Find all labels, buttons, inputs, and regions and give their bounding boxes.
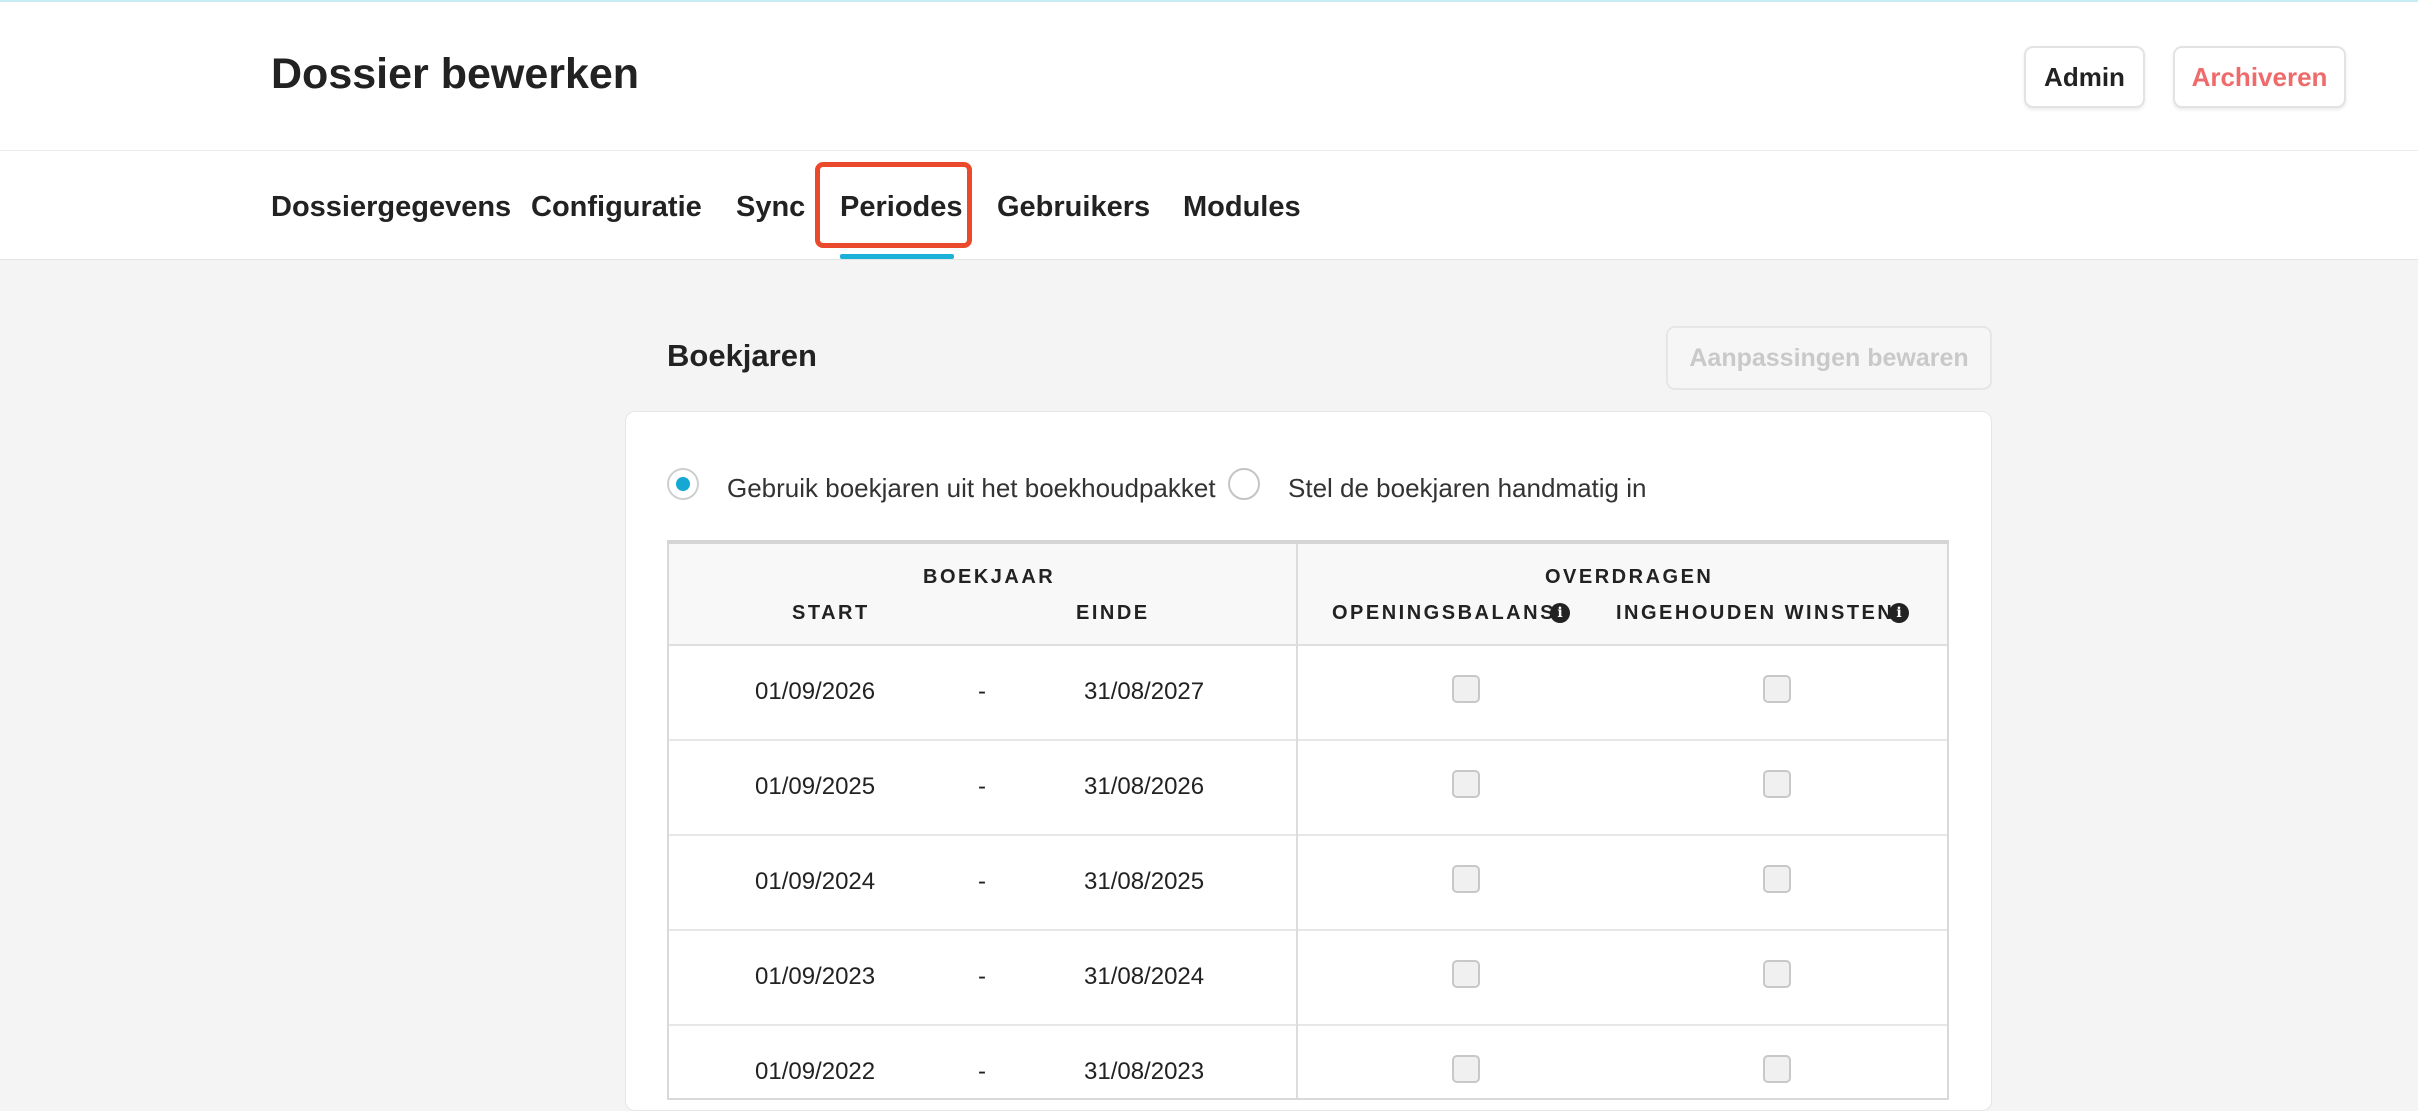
tab-gebruikers[interactable]: Gebruikers — [997, 189, 1150, 225]
row-start-date: 01/09/2025 — [755, 773, 876, 800]
header-start: START — [792, 602, 870, 624]
openingsbalans-info-icon[interactable]: i — [1550, 603, 1570, 623]
tab-periodes[interactable]: Periodes — [840, 189, 963, 225]
radio-manual[interactable] — [1228, 468, 1260, 500]
radio-manual-label[interactable]: Stel de boekjaren handmatig in — [1288, 472, 1646, 504]
tab-bar: Dossiergegevens Configuratie Sync Period… — [0, 151, 2418, 260]
page-header: Dossier bewerken Admin Archiveren — [0, 2, 2418, 151]
table-row: 01/09/2024 - 31/08/2025 — [669, 836, 1947, 931]
ingehouden-winsten-checkbox[interactable] — [1763, 770, 1791, 798]
header-einde: EINDE — [1076, 602, 1150, 624]
ingehouden-winsten-checkbox[interactable] — [1763, 865, 1791, 893]
openingsbalans-checkbox[interactable] — [1452, 675, 1480, 703]
openingsbalans-checkbox[interactable] — [1452, 1055, 1480, 1083]
table-header: BOEKJAAR START EINDE OVERDRAGEN OPENINGS… — [669, 544, 1947, 646]
table-row: 01/09/2026 - 31/08/2027 — [669, 646, 1947, 741]
row-start-date: 01/09/2022 — [755, 1058, 876, 1085]
row-start-date: 01/09/2023 — [755, 963, 876, 990]
admin-button[interactable]: Admin — [2024, 46, 2145, 108]
header-openingsbalans: OPENINGSBALANS — [1332, 602, 1556, 624]
row-separator: - — [978, 678, 986, 705]
row-end-date: 31/08/2027 — [1084, 678, 1205, 705]
header-ingehouden-winsten: INGEHOUDEN WINSTEN — [1616, 602, 1895, 624]
archive-button[interactable]: Archiveren — [2173, 46, 2346, 108]
row-end-date: 31/08/2023 — [1084, 1058, 1205, 1085]
table-row: 01/09/2025 - 31/08/2026 — [669, 741, 1947, 836]
row-separator: - — [978, 868, 986, 895]
openingsbalans-checkbox[interactable] — [1452, 960, 1480, 988]
section-title: Boekjaren — [667, 338, 817, 373]
tab-modules[interactable]: Modules — [1183, 189, 1301, 225]
row-end-date: 31/08/2024 — [1084, 963, 1205, 990]
table-row: 01/09/2022 - 31/08/2023 — [669, 1026, 1947, 1098]
radio-use-package-label[interactable]: Gebruik boekjaren uit het boekhoudpakket — [727, 472, 1216, 504]
active-tab-indicator — [840, 254, 954, 259]
row-separator: - — [978, 1058, 986, 1085]
tab-dossiergegevens[interactable]: Dossiergegevens — [271, 189, 511, 225]
header-overdragen: OVERDRAGEN — [1545, 566, 1714, 588]
ingehouden-winsten-checkbox[interactable] — [1763, 1055, 1791, 1083]
openingsbalans-checkbox[interactable] — [1452, 770, 1480, 798]
radio-use-package[interactable] — [667, 468, 699, 500]
header-boekjaar: BOEKJAAR — [923, 566, 1056, 588]
ingehouden-winsten-checkbox[interactable] — [1763, 960, 1791, 988]
row-start-date: 01/09/2024 — [755, 868, 876, 895]
ingehouden-winsten-checkbox[interactable] — [1763, 675, 1791, 703]
save-changes-button[interactable]: Aanpassingen bewaren — [1666, 326, 1992, 390]
tab-sync[interactable]: Sync — [736, 189, 805, 225]
ingehouden-info-icon[interactable]: i — [1889, 603, 1909, 623]
page-title: Dossier bewerken — [271, 50, 640, 98]
openingsbalans-checkbox[interactable] — [1452, 865, 1480, 893]
column-group-divider — [1296, 544, 1298, 1098]
row-end-date: 31/08/2025 — [1084, 868, 1205, 895]
row-separator: - — [978, 773, 986, 800]
row-end-date: 31/08/2026 — [1084, 773, 1205, 800]
boekjaren-table: BOEKJAAR START EINDE OVERDRAGEN OPENINGS… — [667, 540, 1949, 1100]
row-separator: - — [978, 963, 986, 990]
table-row: 01/09/2023 - 31/08/2024 — [669, 931, 1947, 1026]
row-start-date: 01/09/2026 — [755, 678, 876, 705]
tab-configuratie[interactable]: Configuratie — [531, 189, 702, 225]
